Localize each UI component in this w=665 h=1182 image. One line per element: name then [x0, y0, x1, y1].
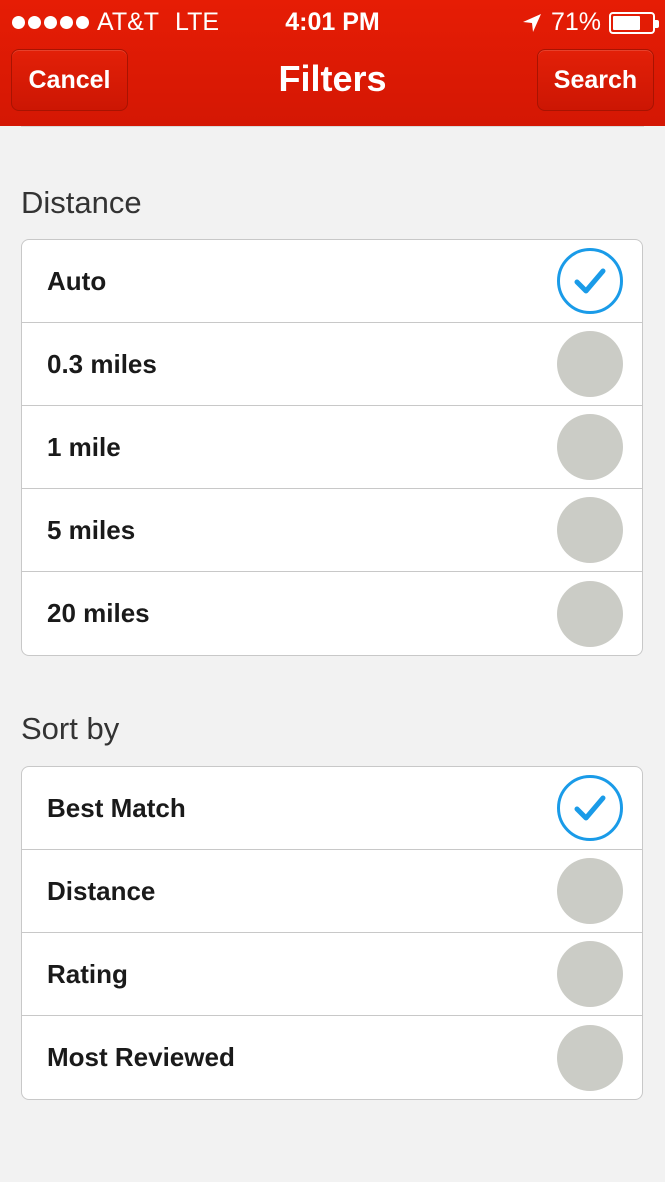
- sort-section-header: Sort by: [21, 711, 120, 746]
- status-bar: AT&T LTE 4:01 PM 71%: [0, 0, 665, 44]
- option-label: 20 miles: [47, 598, 150, 628]
- checkmark-icon: [574, 795, 606, 821]
- search-button[interactable]: Search: [537, 49, 654, 111]
- radio-indicator[interactable]: [557, 580, 623, 647]
- distance-option-auto[interactable]: Auto: [22, 240, 642, 323]
- radio-checked-indicator[interactable]: [557, 775, 623, 841]
- sort-option-distance[interactable]: Distance: [22, 850, 642, 933]
- battery-fill: [613, 15, 640, 30]
- option-label: 0.3 miles: [47, 348, 157, 379]
- option-label: 1 mile: [47, 431, 121, 462]
- sort-option-rating[interactable]: Rating: [22, 933, 642, 1016]
- status-right: 71%: [521, 8, 659, 37]
- distance-option-20-miles[interactable]: 20 miles: [22, 572, 642, 655]
- radio-indicator[interactable]: [557, 331, 623, 397]
- battery-icon: [609, 11, 659, 34]
- option-label: Rating: [47, 958, 128, 989]
- radio-indicator[interactable]: [557, 414, 623, 480]
- radio-indicator[interactable]: [557, 941, 623, 1007]
- radio-indicator[interactable]: [557, 497, 623, 563]
- checkmark-icon: [574, 268, 606, 294]
- location-arrow-icon: [522, 13, 541, 32]
- navigation-bar: AT&T LTE 4:01 PM 71% Cancel Filters Sear…: [0, 0, 665, 126]
- sort-option-best-match[interactable]: Best Match: [22, 767, 642, 850]
- distance-option-0-3-miles[interactable]: 0.3 miles: [22, 323, 642, 406]
- option-label: 5 miles: [47, 514, 136, 545]
- sort-option-most-reviewed[interactable]: Most Reviewed: [22, 1016, 642, 1099]
- option-label: Most Reviewed: [47, 1042, 235, 1072]
- distance-options-group: Auto 0.3 miles 1 mile 5 miles 20 miles: [21, 239, 643, 656]
- radio-indicator[interactable]: [557, 1024, 623, 1091]
- radio-checked-indicator[interactable]: [557, 248, 623, 314]
- distance-option-1-mile[interactable]: 1 mile: [22, 406, 642, 489]
- radio-indicator[interactable]: [557, 858, 623, 924]
- divider: [21, 126, 644, 127]
- option-label: Best Match: [47, 792, 186, 823]
- option-label: Distance: [47, 875, 156, 906]
- sort-options-group: Best Match Distance Rating Most Reviewed: [21, 766, 643, 1100]
- distance-section-header: Distance: [21, 185, 142, 220]
- option-label: Auto: [47, 265, 107, 296]
- battery-percent: 71%: [550, 8, 601, 36]
- distance-option-5-miles[interactable]: 5 miles: [22, 489, 642, 572]
